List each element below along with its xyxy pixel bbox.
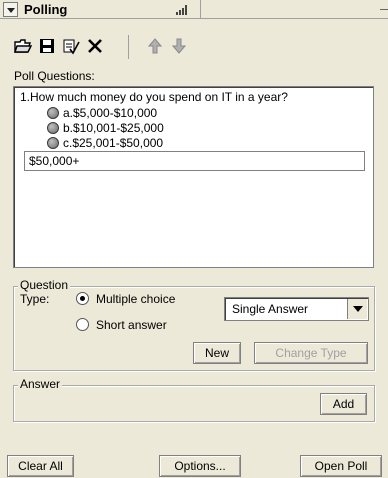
toolbar-divider [128, 35, 129, 59]
new-question-button[interactable]: New [193, 342, 241, 364]
panel-title: Polling [24, 2, 68, 17]
clear-all-button[interactable]: Clear All [7, 455, 74, 477]
minimize-icon[interactable] [380, 9, 388, 10]
change-type-button[interactable]: Change Type [254, 342, 368, 364]
answer-group-legend: Answer [18, 377, 63, 391]
short-answer-radio[interactable] [76, 318, 89, 331]
save-icon[interactable] [38, 37, 56, 55]
question-group-legend: Question [18, 278, 71, 292]
answer-mode-value: Single Answer [232, 302, 309, 316]
open-icon[interactable] [14, 37, 33, 55]
option-radio-icon [47, 122, 59, 134]
short-answer-label[interactable]: Short answer [96, 318, 167, 332]
add-answer-button[interactable]: Add [320, 393, 367, 415]
move-down-icon[interactable] [170, 37, 188, 55]
options-button[interactable]: Options... [159, 455, 241, 477]
spell-check-icon[interactable] [62, 37, 80, 55]
option-radio-icon [47, 137, 59, 149]
type-label: Type: [20, 292, 50, 306]
multiple-choice-radio[interactable] [76, 292, 89, 305]
signal-strength-icon [176, 5, 190, 15]
answer-option-label: a.$5,000-$10,000 [63, 106, 158, 120]
answer-option-label: c.$25,001-$50,000 [63, 136, 164, 150]
chevron-down-icon[interactable] [347, 299, 367, 319]
multiple-choice-label[interactable]: Multiple choice [96, 292, 175, 306]
answer-option-label: b.$10,001-$25,000 [63, 121, 164, 135]
question-text[interactable]: 1.How much money do you spend on IT in a… [20, 90, 288, 104]
option-radio-icon [47, 107, 59, 119]
titlebar-divider [200, 0, 201, 19]
answer-mode-select[interactable]: Single Answer [224, 297, 369, 321]
new-answer-input[interactable] [24, 151, 365, 171]
poll-questions-label: Poll Questions: [14, 69, 95, 83]
open-poll-button[interactable]: Open Poll [300, 455, 382, 477]
collapse-panel-button[interactable] [3, 2, 18, 17]
delete-icon[interactable] [86, 37, 104, 55]
move-up-icon[interactable] [146, 37, 164, 55]
